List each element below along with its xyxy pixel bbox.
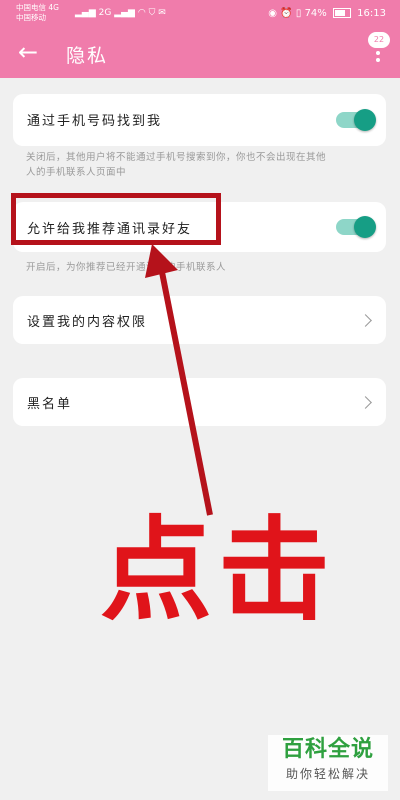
watermark-logo: 百科全说 助你轻松解决 (268, 735, 388, 791)
annotation-arrow-icon (145, 244, 213, 516)
annotation-text: 点击 (100, 506, 336, 636)
watermark-title: 百科全说 (281, 737, 374, 762)
watermark-subtitle: 助你轻松解决 (285, 767, 370, 781)
